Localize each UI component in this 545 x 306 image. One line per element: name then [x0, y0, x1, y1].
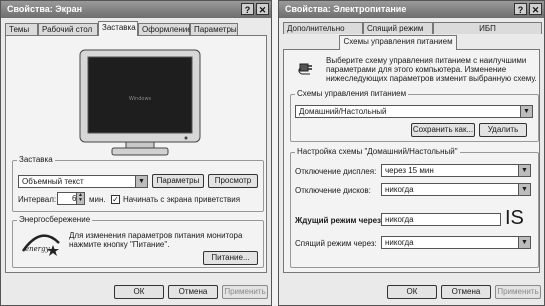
ok-button[interactable]: ОК	[387, 285, 437, 299]
display-properties-dialog: Свойства: Экран ? ✕ Темы Рабочий стол За…	[0, 0, 272, 306]
chevron-down-icon[interactable]: ▼	[518, 165, 530, 176]
close-button[interactable]: ✕	[529, 3, 542, 15]
tab-strip: Темы Рабочий стол Заставка Оформление Па…	[5, 21, 267, 36]
power-options-dialog: Свойства: Электропитание ? ✕ Дополнитель…	[278, 0, 545, 306]
help-button[interactable]: ?	[241, 3, 254, 15]
description-line2: параметрами для этого компьютера. Измене…	[326, 65, 507, 74]
display-off-select[interactable]: через 15 мин ▼	[381, 164, 531, 177]
tab-power-schemes[interactable]: Схемы управления питанием	[339, 35, 457, 50]
tab-screensaver[interactable]: Заставка	[98, 21, 138, 36]
standby-value: никогда	[385, 215, 414, 224]
chevron-down-icon[interactable]: ▼	[518, 237, 530, 248]
hibernate-select[interactable]: никогда ▼	[381, 236, 531, 249]
cancel-button[interactable]: Отмена	[441, 285, 491, 299]
schemes-group-label: Схемы управления питанием	[295, 89, 409, 98]
disks-off-select[interactable]: никогда ▼	[381, 183, 531, 196]
svg-text:Windows: Windows	[129, 96, 152, 102]
energy-text-line2: нажмите кнопку "Питание".	[69, 240, 170, 249]
preview-button[interactable]: Просмотр	[208, 174, 258, 188]
hibernate-value: никогда	[385, 238, 414, 247]
display-off-label: Отключение дисплея:	[295, 167, 377, 176]
help-button[interactable]: ?	[514, 3, 527, 15]
power-schemes-panel: Выберите схему управления питанием с наи…	[283, 49, 540, 273]
chevron-down-icon[interactable]: ▼	[520, 106, 532, 117]
scheme-select[interactable]: Домашний/Настольный ▼	[295, 105, 533, 118]
tab-settings[interactable]: Параметры	[190, 23, 238, 35]
energy-star-icon: energy	[19, 229, 63, 259]
apply-button[interactable]: Применить	[222, 285, 268, 299]
schemes-group: Схемы управления питанием Домашний/Насто…	[290, 89, 539, 142]
power-button[interactable]: Питание...	[203, 251, 258, 265]
disks-off-label: Отключение дисков:	[295, 186, 371, 195]
chevron-down-icon[interactable]: ▼	[135, 176, 147, 187]
close-button[interactable]: ✕	[256, 3, 269, 15]
tab-themes[interactable]: Темы	[5, 23, 38, 35]
description-line1: Выберите схему управления питанием с наи…	[326, 56, 527, 65]
interval-spinner[interactable]: 6 ▲ ▼	[57, 192, 85, 205]
scheme-value: Домашний/Настольный	[299, 107, 387, 116]
spinner-arrows-icon[interactable]: ▲ ▼	[76, 193, 84, 204]
description-line3: нижеследующих параметров изменит выбранн…	[326, 74, 537, 83]
tab-desktop[interactable]: Рабочий стол	[38, 23, 98, 35]
tab-ups[interactable]: ИБП	[433, 22, 542, 34]
screensaver-group-label: Заставка	[17, 155, 55, 164]
side-mark: IS	[505, 207, 524, 229]
chevron-down-icon[interactable]: ▼	[518, 184, 530, 195]
window-title: Свойства: Электропитание	[285, 4, 407, 14]
title-bar[interactable]: Свойства: Электропитание ? ✕	[279, 1, 544, 18]
energy-group-label: Энергосбережение	[17, 215, 93, 224]
svg-text:energy: energy	[25, 245, 51, 253]
scheme-settings-group: Настройка схемы "Домашний/Настольный" От…	[290, 147, 539, 268]
window-title: Свойства: Экран	[7, 4, 83, 14]
tab-appearance[interactable]: Оформление	[138, 23, 192, 35]
energy-text-line1: Для изменения параметров питания монитор…	[69, 231, 243, 240]
save-as-button[interactable]: Сохранить как...	[411, 123, 475, 137]
tab-advanced[interactable]: Дополнительно	[283, 22, 363, 34]
screensaver-panel: Windows Заставка Объемный текст ▼ Параме…	[5, 35, 267, 273]
apply-button[interactable]: Применить	[495, 285, 541, 299]
display-off-value: через 15 мин	[385, 166, 434, 175]
energy-group: Энергосбережение energy Для изменения па…	[12, 215, 264, 268]
welcome-checkbox[interactable]: ✓	[111, 195, 120, 204]
cancel-button[interactable]: Отмена	[168, 285, 218, 299]
title-bar[interactable]: Свойства: Экран ? ✕	[1, 1, 271, 18]
ok-button[interactable]: ОК	[114, 285, 164, 299]
screensaver-value: Объемный текст	[22, 177, 84, 186]
minutes-label: мин.	[89, 195, 106, 204]
tab-hibernate[interactable]: Спящий режим	[363, 22, 433, 34]
standby-select[interactable]: никогда	[381, 213, 501, 226]
monitor-preview: Windows	[78, 48, 202, 162]
scheme-settings-group-label: Настройка схемы "Домашний/Настольный"	[295, 147, 460, 156]
params-button[interactable]: Параметры	[152, 174, 204, 188]
power-plug-icon	[298, 58, 318, 78]
delete-button[interactable]: Удалить	[479, 123, 527, 137]
screensaver-group: Заставка Объемный текст ▼ Параметры Прос…	[12, 155, 264, 212]
welcome-checkbox-label: Начинать с экрана приветствия	[123, 195, 241, 204]
standby-label: Ждущий режим через:	[295, 216, 384, 225]
hibernate-label: Спящий режим через:	[295, 239, 377, 248]
screensaver-select[interactable]: Объемный текст ▼	[18, 175, 148, 188]
disks-off-value: никогда	[385, 185, 414, 194]
interval-label: Интервал:	[18, 195, 57, 204]
tab-strip: Дополнительно Спящий режим ИБП	[283, 21, 542, 35]
